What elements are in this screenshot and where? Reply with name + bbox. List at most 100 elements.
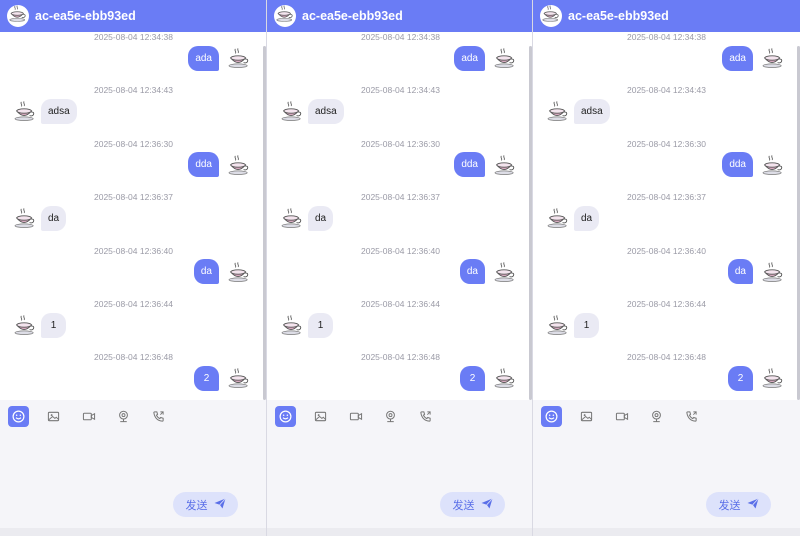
emoji-icon[interactable] — [8, 406, 29, 427]
chat-panel: ac-ea5e-ebb93ed 2025-08-04 12:34:38 ada 202… — [266, 0, 532, 536]
teacup-avatar-icon[interactable] — [13, 99, 37, 123]
teacup-avatar-icon[interactable] — [493, 46, 517, 70]
teacup-avatar-icon[interactable] — [493, 260, 517, 284]
camera-icon[interactable] — [113, 406, 134, 427]
message-bubble: da — [308, 205, 334, 231]
phone-icon[interactable] — [148, 406, 169, 427]
message-item: 2025-08-04 12:36:30 dda — [267, 139, 532, 193]
message-bubble: dda — [454, 152, 485, 178]
message-timestamp: 2025-08-04 12:36:48 — [627, 352, 706, 363]
teacup-avatar-icon[interactable] — [493, 153, 517, 177]
message-item: 2025-08-04 12:36:44 1 — [533, 299, 800, 353]
teacup-avatar-icon[interactable] — [546, 99, 570, 123]
message-timestamp: 2025-08-04 12:36:30 — [361, 138, 440, 149]
send-button[interactable]: 发送 — [440, 492, 505, 517]
outgoing-message: ada — [267, 45, 532, 71]
teacup-avatar-icon — [9, 5, 27, 27]
chat-header: ac-ea5e-ebb93ed — [0, 0, 266, 32]
send-button[interactable]: 发送 — [706, 492, 771, 517]
message-bubble: adsa — [574, 98, 610, 124]
incoming-message: 1 — [533, 312, 800, 338]
message-bubble: 1 — [574, 312, 599, 338]
image-icon[interactable] — [310, 406, 331, 427]
send-button[interactable]: 发送 — [173, 492, 238, 517]
message-item: 2025-08-04 12:36:44 1 — [0, 299, 266, 353]
composer-area[interactable]: 发送 — [533, 400, 800, 528]
video-icon[interactable] — [611, 406, 632, 427]
teacup-avatar-icon[interactable] — [546, 313, 570, 337]
message-bubble: ada — [188, 45, 219, 71]
camera-icon[interactable] — [646, 406, 667, 427]
teacup-avatar-icon[interactable] — [546, 206, 570, 230]
teacup-avatar-icon[interactable] — [761, 153, 785, 177]
teacup-avatar-icon[interactable] — [13, 313, 37, 337]
message-timestamp: 2025-08-04 12:36:44 — [627, 299, 706, 309]
message-list[interactable]: 2025-08-04 12:34:38 ada 2025-08-04 12:34:4… — [267, 32, 532, 400]
message-timestamp: 2025-08-04 12:36:44 — [94, 299, 173, 309]
emoji-icon[interactable] — [541, 406, 562, 427]
message-bubble: dda — [722, 152, 753, 178]
send-icon — [741, 497, 759, 512]
teacup-avatar-icon[interactable] — [280, 99, 304, 123]
phone-icon[interactable] — [681, 406, 702, 427]
video-icon[interactable] — [78, 406, 99, 427]
composer-area[interactable]: 发送 — [0, 400, 266, 528]
image-icon[interactable] — [576, 406, 597, 427]
message-item: 2025-08-04 12:34:43 adsa — [267, 85, 532, 139]
message-bubble: da — [459, 259, 485, 285]
teacup-avatar-icon[interactable] — [227, 153, 251, 177]
message-bubble: da — [41, 205, 67, 231]
message-bubble: 2 — [194, 365, 219, 391]
message-item: 2025-08-04 12:36:30 dda — [0, 139, 266, 193]
message-bubble: 2 — [460, 365, 485, 391]
message-bubble: adsa — [308, 98, 344, 124]
bottom-strip — [533, 528, 800, 536]
app-root: ac-ea5e-ebb93ed 2025-08-04 12:34:38 ada 202… — [0, 0, 800, 536]
teacup-avatar-icon — [276, 5, 294, 27]
message-bubble: 1 — [308, 312, 333, 338]
message-bubble: da — [193, 259, 219, 285]
message-timestamp: 2025-08-04 12:36:30 — [627, 138, 706, 149]
header-avatar[interactable] — [540, 5, 562, 27]
message-list[interactable]: 2025-08-04 12:34:38 ada 2025-08-04 12:34:4… — [533, 32, 800, 400]
teacup-avatar-icon[interactable] — [493, 366, 517, 390]
outgoing-message: da — [0, 259, 266, 285]
outgoing-message: ada — [0, 45, 266, 71]
chat-header: ac-ea5e-ebb93ed — [267, 0, 532, 32]
teacup-avatar-icon[interactable] — [761, 260, 785, 284]
message-item: 2025-08-04 12:36:30 dda — [533, 139, 800, 193]
camera-icon[interactable] — [380, 406, 401, 427]
header-avatar[interactable] — [274, 5, 296, 27]
message-timestamp: 2025-08-04 12:36:40 — [94, 245, 173, 256]
message-timestamp: 2025-08-04 12:36:44 — [361, 299, 440, 309]
incoming-message: adsa — [267, 98, 532, 124]
message-bubble: 1 — [41, 312, 66, 338]
composer-toolbar — [541, 406, 716, 427]
message-bubble: dda — [188, 152, 219, 178]
incoming-message: adsa — [533, 98, 800, 124]
message-timestamp: 2025-08-04 12:36:37 — [361, 192, 440, 203]
image-icon[interactable] — [43, 406, 64, 427]
chat-panel: ac-ea5e-ebb93ed 2025-08-04 12:34:38 ada 202… — [532, 0, 800, 536]
message-item: 2025-08-04 12:36:48 2 — [267, 352, 532, 406]
teacup-avatar-icon[interactable] — [227, 46, 251, 70]
message-list[interactable]: 2025-08-04 12:34:38 ada 2025-08-04 12:34:4… — [0, 32, 266, 400]
header-avatar[interactable] — [7, 5, 29, 27]
emoji-icon[interactable] — [275, 406, 296, 427]
phone-icon[interactable] — [415, 406, 436, 427]
incoming-message: da — [533, 205, 800, 231]
send-button-label: 发送 — [185, 499, 208, 512]
video-icon[interactable] — [345, 406, 366, 427]
composer-area[interactable]: 发送 — [267, 400, 532, 528]
teacup-avatar-icon[interactable] — [761, 366, 785, 390]
teacup-avatar-icon[interactable] — [761, 46, 785, 70]
teacup-avatar-icon[interactable] — [13, 206, 37, 230]
teacup-avatar-icon[interactable] — [280, 313, 304, 337]
teacup-avatar-icon[interactable] — [227, 260, 251, 284]
send-button-label: 发送 — [718, 499, 741, 512]
teacup-avatar-icon[interactable] — [280, 206, 304, 230]
teacup-avatar-icon[interactable] — [227, 366, 251, 390]
message-timestamp: 2025-08-04 12:34:43 — [361, 85, 440, 96]
message-item: 2025-08-04 12:36:48 2 — [533, 352, 800, 406]
teacup-avatar-icon — [542, 5, 560, 27]
